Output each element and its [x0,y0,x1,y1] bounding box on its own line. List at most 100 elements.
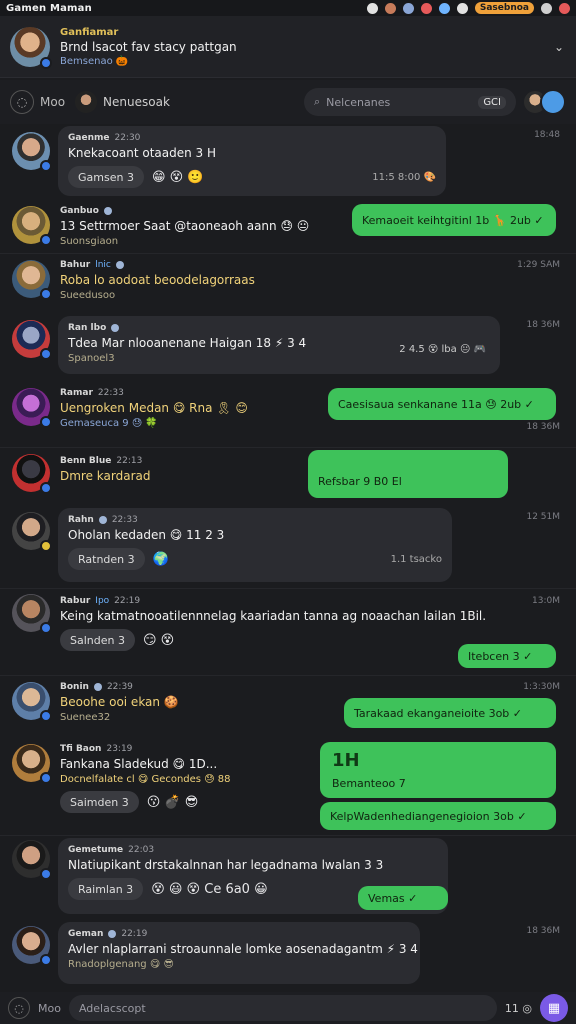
sender-name[interactable]: Ran lbo [68,323,106,333]
globe-icon[interactable] [402,2,414,14]
reaction-pill[interactable]: Gamsen 3 [68,166,144,188]
verified-icon [93,683,102,691]
people-icon[interactable] [438,2,450,14]
reply-green-bubble[interactable]: Refsbar 9 B0 El [308,450,508,498]
reaction-emojis[interactable]: 🌍 [153,552,169,567]
avatar[interactable] [12,260,52,300]
search-input[interactable]: ⌕ Nelcenanes GCI [304,88,516,116]
list-item[interactable]: Rabur Ipo 22:19 Keing katmatnooatilennnela… [0,590,576,674]
list-item[interactable]: Geman 22:19 Avler nlaplarrani stroaunnale… [0,920,576,988]
verified-badge-icon [40,482,52,494]
alert-icon[interactable] [559,2,570,14]
message-text: Uengroken Medan 😋 Rna 🎗 😊 [60,401,248,415]
reaction-emojis[interactable]: 😏 😵 [143,633,174,648]
reaction-pill[interactable]: Ratnden 3 [68,548,145,570]
headset-icon[interactable] [541,2,552,14]
toolbar-label[interactable]: Moo [40,95,65,109]
reaction-emojis[interactable]: 😁 😵 🙂 [152,170,204,185]
list-item[interactable]: Tfi Baon 23:19 Fankana Sladekud 😋 1D... D… [0,738,576,834]
sender-name[interactable]: Benn Blue [60,456,111,466]
sender-name[interactable]: Ganbuo [60,206,99,216]
channel-header: Ganfiamar Brnd lsacot fav stacy pattgan … [0,16,576,78]
avatar[interactable] [12,744,52,784]
pin-icon[interactable] [456,2,468,14]
verified-badge-icon [40,348,52,360]
reaction-pill[interactable]: Saimden 3 [60,791,139,813]
chevron-down-icon[interactable]: ⌄ [552,40,566,54]
heart-icon[interactable] [420,2,432,14]
composer-tools[interactable]: 11 ◎ [505,1002,532,1015]
reply-green-bubble[interactable]: Tarakaad ekanganeioite 3ob ✓ [344,698,556,728]
toolbar-user-pill[interactable]: Nenuesoak [75,91,170,113]
message-body: Rabur Ipo 22:19 Keing katmatnooatilennnela… [60,596,486,651]
list-item[interactable]: Benn Blue 22:13 Dmre kardarad Refsbar 9 B… [0,448,576,504]
list-item[interactable]: Gemetume 22:03 Nlatiupikant drstakalnnan … [0,836,576,918]
reply-green-bubble[interactable]: Caesisaua senkanane 11a 😓 2ub ✓ [328,388,556,420]
settings-icon[interactable] [366,2,378,14]
verified-badge-icon [40,772,52,784]
list-item[interactable]: Bonin 22:39 Beoohe ooi ekan 🍪 Suenee32 Ta… [0,676,576,736]
sender-name[interactable]: Rahn [68,515,94,525]
sender-name[interactable]: Gemetume [68,845,123,855]
message-sub: Rnadoplgenang 😋 😎 [68,959,174,970]
reply-green-bubble[interactable]: Kemaoeit keihtgitinl 1b 🦒 2ub ✓ [352,204,556,236]
list-item[interactable]: Ramar 22:33 Uengroken Medan 😋 Rna 🎗 😊 Gem… [0,382,576,446]
message-meta-right: 11:5 8:00 🎨 [372,171,436,183]
list-item[interactable]: Gaenme 22:30 Knekacoant otaaden 3 H Gams… [0,124,576,200]
message-sub: Sueedusoo [60,290,116,301]
verified-icon [98,516,107,524]
avatar[interactable] [12,682,52,722]
sender-name[interactable]: Tfi Baon [60,744,101,754]
reaction-pill[interactable]: Raimlan 3 [68,878,144,900]
reply-green-bubble[interactable]: 1H Bemanteoo 7 [320,742,556,798]
avatar[interactable] [12,388,52,428]
avatar[interactable] [12,840,52,880]
reply-green-bubble[interactable]: Itebcen 3 ✓ [458,644,556,668]
reply-green-bubble[interactable]: KelpWadenhediangenegioion 3ob ✓ [320,802,556,830]
sender-name[interactable]: Rabur [60,596,90,606]
sender-name[interactable]: Bonin [60,682,89,692]
emoji-icon[interactable]: ◌ [8,997,30,1019]
reaction-pill[interactable]: Salnden 3 [60,629,135,651]
verified-badge-icon [40,868,52,880]
message-sub: Suenee32 [60,712,111,723]
reaction-emojis[interactable]: 😗 💣 😎 [147,795,199,810]
message-input[interactable]: Adelacscopt [68,995,497,1021]
avatar[interactable] [12,594,52,634]
search-chip[interactable]: GCI [478,95,506,109]
avatar[interactable] [12,132,52,172]
sender-name[interactable]: Ramar [60,388,93,398]
status-pill[interactable]: Sasebnoa [474,2,534,14]
list-item[interactable]: Rahn 22:33 Oholan kedaden 😋 11 2 3 Ratnde… [0,506,576,586]
avatar[interactable] [12,512,52,552]
sender-name[interactable]: Gaenme [68,133,109,143]
list-item[interactable]: Ganbuo 13 Settrmoer Saat @taoneaoh aann … [0,200,576,252]
list-item[interactable]: Bahur lnic Roba lo aodoat beoodelagorraas… [0,254,576,314]
sender-name[interactable]: Geman [68,929,103,939]
reply-green-bubble[interactable]: Vemas ✓ [358,886,448,910]
message-text: Keing katmatnooatilennnelag kaariadan ta… [60,609,487,623]
verified-badge-icon [40,234,52,246]
send-button[interactable]: ▦ [540,994,568,1022]
avatar-icon[interactable] [384,2,396,14]
avatar[interactable] [12,320,52,360]
verified-badge-icon [40,160,52,172]
verified-icon [115,261,124,269]
message-text: Oholan kedaden 😋 11 2 3 [68,528,225,542]
divider [0,588,576,589]
header-name: Ganfiamar [60,26,119,38]
participant-avatars[interactable] [522,89,566,115]
avatar[interactable] [12,206,52,246]
sender-name[interactable]: Bahur [60,260,90,270]
reaction-emojis[interactable]: 😵 😃 😵 Ce 6a0 😀 [151,882,267,897]
avatar[interactable] [12,926,52,966]
emoji-icon[interactable]: ◌ [10,90,34,114]
verified-icon [108,930,117,938]
message-bubble: Ran lbo Tdea Mar nlooanenane Haigan 18 ⚡… [58,316,500,374]
message-meta: Ganbuo [60,206,309,216]
message-composer: ◌ Moo Adelacscopt 11 ◎ ▦ [0,992,576,1024]
avatar[interactable] [12,454,52,494]
composer-label[interactable]: Moo [38,1002,61,1015]
avatar[interactable] [10,26,52,69]
list-item[interactable]: Ran lbo Tdea Mar nlooanenane Haigan 18 ⚡… [0,314,576,380]
